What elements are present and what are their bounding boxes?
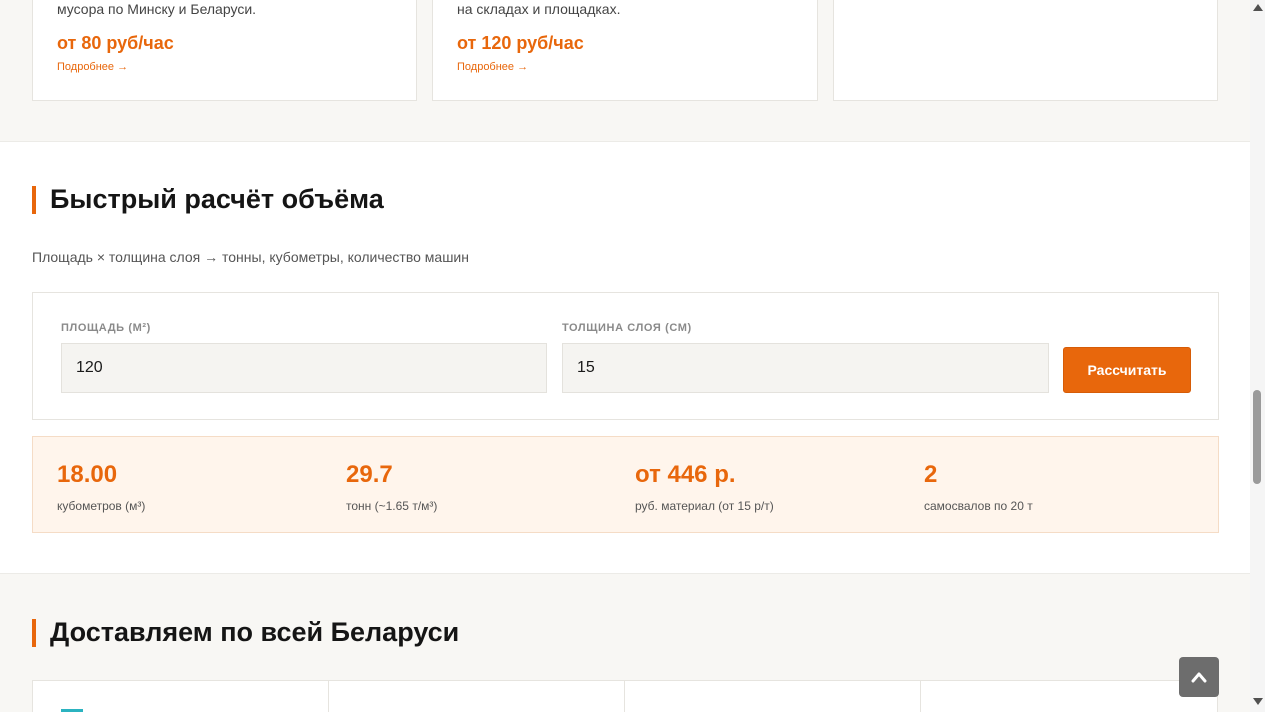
result-value: 18.00: [57, 461, 118, 488]
result-label: кубометров (м³): [57, 499, 146, 513]
calculate-button[interactable]: Рассчитать: [1063, 347, 1191, 393]
service-description: на складах и площадках.: [457, 1, 621, 17]
chevron-up-icon: [1191, 672, 1207, 683]
area-input[interactable]: [61, 343, 547, 393]
service-price: от 120 руб/час: [457, 33, 584, 53]
services-section: мусора по Минску и Беларуси. от 80 руб/ч…: [0, 0, 1250, 142]
result-label: руб. материал (от 15 р/т): [635, 499, 774, 513]
scrollbar[interactable]: [1250, 0, 1265, 712]
area-label: ПЛОЩАДЬ (М²): [61, 322, 151, 334]
thickness-label: ТОЛЩИНА СЛОЯ (СМ): [562, 322, 692, 334]
result-label: самосвалов по 20 т: [924, 499, 1033, 513]
result-label: тонн (~1.65 т/м³): [346, 499, 438, 513]
chevron-up-icon: [1252, 4, 1263, 11]
scroll-up-button[interactable]: [1252, 3, 1263, 13]
region-card[interactable]: [624, 680, 921, 712]
region-card[interactable]: [920, 680, 1218, 712]
service-card[interactable]: на складах и площадках. от 120 руб/час П…: [432, 0, 818, 101]
delivery-title: Доставляем по всей Беларуси: [32, 617, 459, 648]
result-cost: от 446 р. руб. материал (от 15 р/т): [635, 461, 774, 513]
chevron-down-icon: [1252, 698, 1263, 705]
scroll-thumb[interactable]: [1253, 390, 1261, 484]
calc-title: Быстрый расчёт объёма: [32, 184, 384, 215]
result-trucks: 2 самосвалов по 20 т: [924, 461, 1033, 513]
delivery-section: Доставляем по всей Беларуси: [0, 573, 1250, 712]
service-card[interactable]: мусора по Минску и Беларуси. от 80 руб/ч…: [32, 0, 417, 101]
service-more-link[interactable]: Подробнее →: [57, 61, 128, 73]
service-price: от 80 руб/час: [57, 33, 174, 53]
calc-form: ПЛОЩАДЬ (М²) ТОЛЩИНА СЛОЯ (СМ) Рассчитат…: [32, 292, 1219, 420]
result-value: 29.7: [346, 461, 393, 488]
back-to-top-button[interactable]: [1179, 657, 1219, 697]
result-value: 2: [924, 461, 938, 488]
service-card[interactable]: [833, 0, 1218, 101]
results-panel: 18.00 кубометров (м³) 29.7 тонн (~1.65 т…: [32, 436, 1219, 533]
region-card[interactable]: [32, 680, 329, 712]
page: мусора по Минску и Беларуси. от 80 руб/ч…: [0, 0, 1250, 712]
service-description: мусора по Минску и Беларуси.: [57, 1, 257, 17]
scroll-down-button[interactable]: [1252, 698, 1263, 708]
result-weight: 29.7 тонн (~1.65 т/м³): [346, 461, 437, 513]
calc-subtitle: Площадь × толщина слоя → тонны, кубометр…: [32, 249, 469, 265]
region-card[interactable]: [328, 680, 625, 712]
service-more-link[interactable]: Подробнее →: [457, 61, 528, 73]
thickness-input[interactable]: [562, 343, 1049, 393]
result-value: от 446 р.: [635, 461, 736, 488]
result-volume: 18.00 кубометров (м³): [57, 461, 145, 513]
